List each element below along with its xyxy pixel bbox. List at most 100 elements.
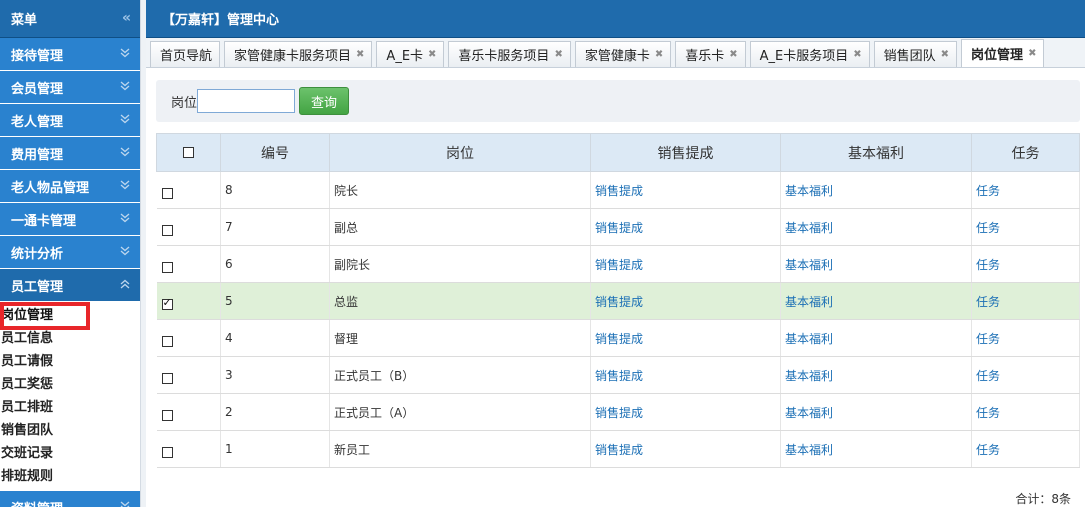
row-checkbox[interactable] <box>161 409 173 421</box>
row-checkbox[interactable] <box>161 261 173 273</box>
query-button[interactable]: 查询 <box>299 87 350 115</box>
close-tab-icon[interactable]: ✖ <box>428 49 436 60</box>
row-checkbox[interactable] <box>161 187 173 199</box>
table-row[interactable]: 4 督理 销售提成 基本福利 任务 <box>156 319 1080 357</box>
sidebar-item[interactable]: 会员管理 <box>0 71 140 104</box>
row-checkbox-cell <box>156 393 221 431</box>
chevron-down-icon <box>120 48 130 58</box>
sidebar-subitem[interactable]: 员工排班 <box>0 396 140 419</box>
tab[interactable]: 喜乐卡 ✖ <box>675 41 746 67</box>
sidebar-item[interactable]: 统计分析 <box>0 236 140 269</box>
tab[interactable]: 家管健康卡 ✖ <box>574 41 672 67</box>
cell-position-name: 正式员工（A） <box>329 393 591 431</box>
tab[interactable]: 岗位管理 ✖ <box>961 39 1045 67</box>
basic-welfare-link[interactable]: 基本福利 <box>785 295 833 309</box>
close-tab-icon[interactable]: ✖ <box>853 49 861 60</box>
select-all-checkbox[interactable] <box>183 147 194 158</box>
table-row[interactable]: 2 正式员工（A） 销售提成 基本福利 任务 <box>156 393 1080 431</box>
column-header-sales-commission[interactable]: 销售提成 <box>590 133 781 172</box>
cell-basic-welfare-link: 基本福利 <box>780 393 972 431</box>
sales-commission-link[interactable]: 销售提成 <box>595 221 643 235</box>
close-tab-icon[interactable]: ✖ <box>554 49 562 60</box>
table-row[interactable]: 1 新员工 销售提成 基本福利 任务 <box>156 430 1080 468</box>
sidebar-item-label: 费用管理 <box>11 147 64 163</box>
sidebar-item[interactable]: 一通卡管理 <box>0 203 140 236</box>
column-header-basic-welfare[interactable]: 基本福利 <box>780 133 972 172</box>
tab[interactable]: A_E卡 ✖ <box>376 41 445 67</box>
sidebar-item[interactable]: 员工管理 <box>0 269 140 302</box>
tab[interactable]: 家管健康卡服务项目 ✖ <box>224 41 373 67</box>
task-link[interactable]: 任务 <box>976 443 1000 457</box>
basic-welfare-link[interactable]: 基本福利 <box>785 443 833 457</box>
sidebar-item-data-management[interactable]: 资料管理 <box>0 491 140 507</box>
column-header-position[interactable]: 岗位 <box>329 133 591 172</box>
close-tab-icon[interactable]: ✖ <box>356 49 364 60</box>
tab[interactable]: 喜乐卡服务项目 ✖ <box>448 41 571 67</box>
cell-basic-welfare-link: 基本福利 <box>780 282 972 320</box>
task-link[interactable]: 任务 <box>976 332 1000 346</box>
chevron-down-icon <box>120 246 130 256</box>
sales-commission-link[interactable]: 销售提成 <box>595 443 643 457</box>
basic-welfare-link[interactable]: 基本福利 <box>785 332 833 346</box>
row-checkbox[interactable] <box>161 296 173 310</box>
sidebar-subitem[interactable]: 员工请假 <box>0 350 140 373</box>
basic-welfare-link[interactable]: 基本福利 <box>785 258 833 272</box>
task-link[interactable]: 任务 <box>976 295 1000 309</box>
sidebar-subitem[interactable]: 员工奖惩 <box>0 373 140 396</box>
basic-welfare-link[interactable]: 基本福利 <box>785 406 833 420</box>
tab[interactable]: 销售团队 ✖ <box>873 41 958 67</box>
column-header-task[interactable]: 任务 <box>971 133 1080 172</box>
close-tab-icon[interactable]: ✖ <box>729 49 737 60</box>
sales-commission-link[interactable]: 销售提成 <box>595 295 643 309</box>
sales-commission-link[interactable]: 销售提成 <box>595 406 643 420</box>
sidebar-item[interactable]: 费用管理 <box>0 137 140 170</box>
position-table: 编号 岗位 销售提成 基本福利 任务 8 院长 销售提成 基本福利 任务 7 副总 销售提成基… <box>156 133 1080 468</box>
tab-label: A_E卡服务项目 <box>759 49 849 64</box>
task-link[interactable]: 任务 <box>976 369 1000 383</box>
tab[interactable]: A_E卡服务项目 ✖ <box>749 41 870 67</box>
close-tab-icon[interactable]: ✖ <box>655 49 663 60</box>
column-header-id[interactable]: 编号 <box>220 133 330 172</box>
collapse-sidebar-icon[interactable]: « <box>122 10 131 26</box>
basic-welfare-link[interactable]: 基本福利 <box>785 369 833 383</box>
close-tab-icon[interactable]: ✖ <box>941 49 949 60</box>
sidebar-subitem[interactable]: 排班规则 <box>0 465 140 488</box>
task-link[interactable]: 任务 <box>976 184 1000 198</box>
sidebar-item-label: 员工管理 <box>11 279 64 295</box>
position-search-input[interactable] <box>197 89 296 113</box>
table-row[interactable]: 5总监销售提成 基本福利 任务 <box>156 282 1080 320</box>
sidebar-header: 菜单 « <box>0 0 140 38</box>
sidebar-item[interactable]: 接待管理 <box>0 38 140 71</box>
table-row[interactable]: 3 正式员工（B） 销售提成 基本福利 任务 <box>156 356 1080 394</box>
chevron-down-icon <box>120 213 130 223</box>
task-link[interactable]: 任务 <box>976 406 1000 420</box>
sales-commission-link[interactable]: 销售提成 <box>595 369 643 383</box>
sales-commission-link[interactable]: 销售提成 <box>595 332 643 346</box>
sidebar-subitem[interactable]: 员工信息 <box>0 327 140 350</box>
cell-position-name: 新员工 <box>329 430 591 468</box>
task-link[interactable]: 任务 <box>976 221 1000 235</box>
cell-id: 4 <box>220 319 330 357</box>
tab[interactable]: 首页导航 <box>150 41 221 67</box>
row-checkbox[interactable] <box>161 446 173 458</box>
row-checkbox[interactable] <box>161 372 173 384</box>
sidebar-item[interactable]: 老人物品管理 <box>0 170 140 203</box>
sales-commission-link[interactable]: 销售提成 <box>595 258 643 272</box>
table-row[interactable]: 6 副院长 销售提成 基本福利 任务 <box>156 245 1080 283</box>
sidebar-item[interactable]: 老人管理 <box>0 104 140 137</box>
close-tab-icon[interactable]: ✖ <box>1028 48 1036 59</box>
row-checkbox[interactable] <box>161 335 173 347</box>
row-checkbox[interactable] <box>161 224 173 236</box>
sidebar-subitem[interactable]: 销售团队 <box>0 419 140 442</box>
tab-bar: 首页导航 家管健康卡服务项目 ✖ A_E卡 ✖ 喜乐卡服务项目 ✖ 家管健康卡 ✖ 喜乐卡 ✖ A_E… <box>146 38 1085 68</box>
table-row[interactable]: 7 副总 销售提成 基本福利 任务 <box>156 208 1080 246</box>
sidebar-subitem[interactable]: 交班记录 <box>0 442 140 465</box>
sales-commission-link[interactable]: 销售提成 <box>595 184 643 198</box>
basic-welfare-link[interactable]: 基本福利 <box>785 184 833 198</box>
tab-label: A_E卡 <box>386 49 424 64</box>
cell-task-link: 任务 <box>971 356 1080 394</box>
table-row[interactable]: 8 院长 销售提成 基本福利 任务 <box>156 171 1080 209</box>
sidebar-item-label: 一通卡管理 <box>11 213 77 229</box>
basic-welfare-link[interactable]: 基本福利 <box>785 221 833 235</box>
task-link[interactable]: 任务 <box>976 258 1000 272</box>
